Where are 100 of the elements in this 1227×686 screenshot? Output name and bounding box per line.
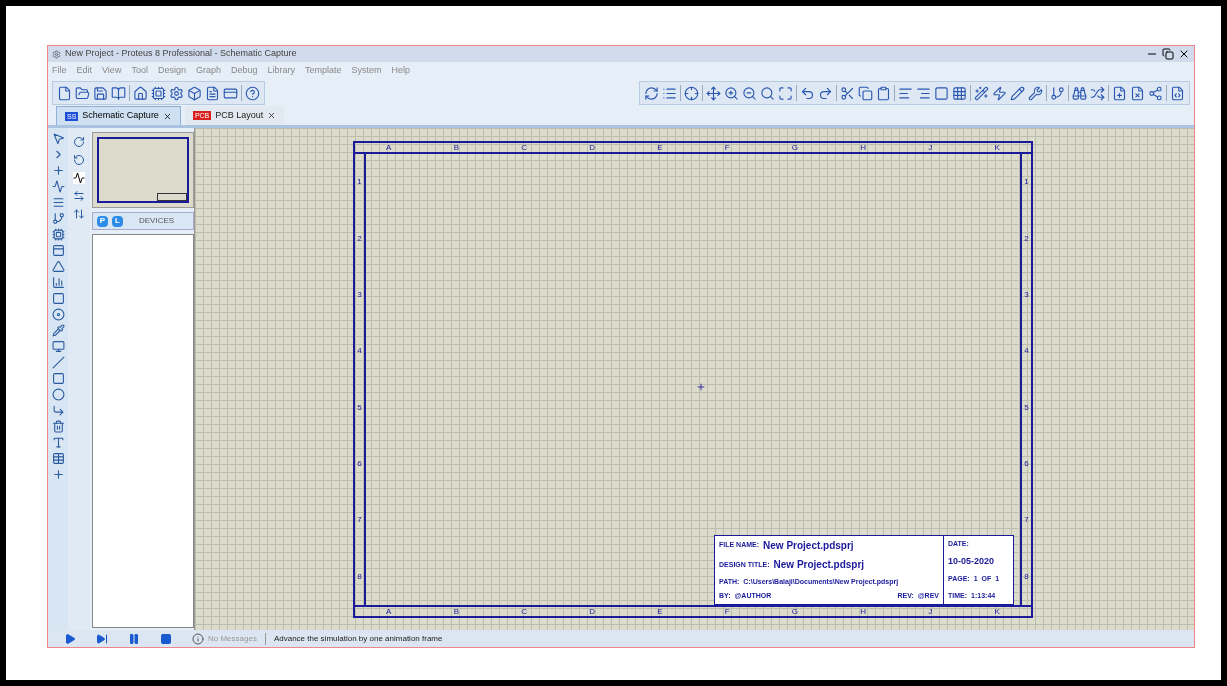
menu-item[interactable]: View (102, 64, 122, 78)
line-icon[interactable] (51, 356, 65, 369)
book-icon[interactable] (111, 85, 126, 101)
triangle-icon[interactable] (51, 260, 65, 273)
border-label: A (386, 143, 392, 152)
grid-icon[interactable] (952, 85, 967, 101)
close-icon[interactable] (162, 111, 172, 121)
flip-horizontal-icon[interactable] (73, 190, 85, 202)
bin-icon[interactable] (51, 420, 65, 433)
border-label: 1 (1024, 178, 1029, 187)
menu-item[interactable]: Graph (195, 64, 221, 78)
menu-item[interactable]: Design (157, 64, 186, 78)
gear-icon[interactable] (169, 85, 184, 101)
align-left-icon[interactable] (898, 85, 913, 101)
border-label: G (791, 143, 799, 152)
search-icon[interactable] (760, 85, 775, 101)
binoculars-icon[interactable] (1072, 85, 1087, 101)
text-icon[interactable] (51, 436, 65, 449)
chip-icon[interactable] (51, 228, 65, 241)
paste-icon[interactable] (876, 85, 891, 101)
share-icon[interactable] (1148, 85, 1163, 101)
zoom-in-icon[interactable] (724, 85, 739, 101)
wand-icon[interactable] (974, 85, 989, 101)
pencil-icon[interactable] (1010, 85, 1025, 101)
close-icon[interactable] (1178, 48, 1190, 60)
border-label: 5 (1024, 403, 1029, 412)
border-label: 8 (1024, 572, 1029, 581)
disc-icon[interactable] (51, 308, 65, 321)
message-count[interactable]: No Messages (208, 632, 266, 645)
menu-item[interactable]: Tool (131, 64, 148, 78)
flip-vertical-icon[interactable] (73, 208, 85, 220)
app-logo-icon (52, 49, 61, 59)
circle-icon[interactable] (51, 388, 65, 401)
menu-item[interactable]: Edit (76, 64, 93, 78)
title-block-value: 10-05-2020 (948, 555, 996, 569)
border-label: 7 (357, 516, 362, 525)
chip-icon[interactable] (151, 85, 166, 101)
delete-page-icon[interactable] (1130, 85, 1145, 101)
border-label: 4 (357, 347, 362, 356)
menu-item[interactable]: Debug (230, 64, 258, 78)
lightning-icon[interactable] (992, 85, 1007, 101)
rectangle-icon[interactable] (51, 372, 65, 385)
redo-icon[interactable] (818, 85, 833, 101)
border-label: 2 (1024, 234, 1029, 243)
rotate-left-icon[interactable] (73, 154, 85, 166)
page-icon[interactable] (57, 85, 72, 101)
menu-item[interactable]: File (52, 64, 67, 78)
probe-icon[interactable] (51, 324, 65, 337)
home-icon[interactable] (133, 85, 148, 101)
panel-icon[interactable] (51, 244, 65, 257)
pointer-icon[interactable] (51, 132, 65, 145)
refresh-icon[interactable] (644, 85, 659, 101)
marker-icon[interactable] (51, 468, 65, 481)
library-button[interactable]: P (97, 215, 108, 227)
cut-icon[interactable] (840, 85, 855, 101)
border-label: K (994, 607, 1000, 616)
save-icon[interactable] (93, 85, 108, 101)
zoom-fit-icon[interactable] (778, 85, 793, 101)
card-icon[interactable] (223, 85, 238, 101)
branch-icon[interactable] (51, 212, 65, 225)
zoom-out-icon[interactable] (742, 85, 757, 101)
wave-icon[interactable] (51, 180, 65, 193)
stop-icon[interactable] (160, 632, 172, 645)
copy-icon[interactable] (858, 85, 873, 101)
border-label: D (589, 607, 595, 616)
restore-icon[interactable] (1162, 48, 1174, 60)
border-label: 8 (357, 572, 362, 581)
play-icon[interactable] (64, 632, 76, 645)
menu-item[interactable]: System (351, 64, 382, 78)
menu-item[interactable]: Help (391, 64, 411, 78)
document-icon[interactable] (205, 85, 220, 101)
close-icon[interactable] (267, 111, 277, 120)
shuffle-icon[interactable] (1090, 85, 1105, 101)
list-icon[interactable] (662, 85, 677, 101)
border-label: A (386, 607, 392, 616)
menu-item[interactable]: Library (267, 64, 295, 78)
code-file-icon[interactable] (1170, 85, 1185, 101)
undo-icon[interactable] (800, 85, 815, 101)
monitor-icon[interactable] (51, 340, 65, 353)
add-page-icon[interactable] (1112, 85, 1127, 101)
library-button[interactable]: L (112, 215, 123, 227)
crosshair-icon[interactable] (684, 85, 699, 101)
branch-icon[interactable] (1050, 85, 1065, 101)
border-label: 3 (1024, 290, 1029, 299)
pause-icon[interactable] (128, 632, 140, 645)
junction-icon[interactable] (51, 164, 65, 177)
move-icon[interactable] (706, 85, 721, 101)
help-icon[interactable] (245, 85, 260, 101)
lines-icon[interactable] (51, 196, 65, 209)
wrench-icon[interactable] (1028, 85, 1043, 101)
box-icon[interactable] (187, 85, 202, 101)
menu-item[interactable]: Template (305, 64, 342, 78)
folder-icon[interactable] (75, 85, 90, 101)
rotate-right-icon[interactable] (73, 136, 85, 148)
square-icon[interactable] (934, 85, 949, 101)
chart-icon[interactable] (51, 276, 65, 289)
border-label: C (521, 607, 527, 616)
border-label: 2 (357, 234, 362, 243)
align-right-icon[interactable] (916, 85, 931, 101)
table-icon[interactable] (51, 452, 65, 465)
